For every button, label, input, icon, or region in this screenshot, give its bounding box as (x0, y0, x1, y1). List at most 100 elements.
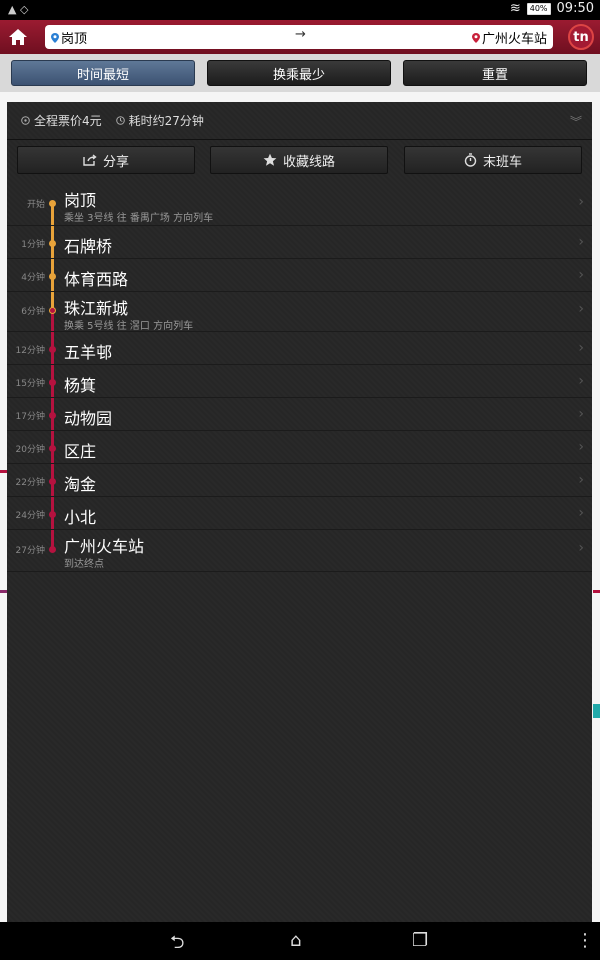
station-dot (49, 240, 56, 247)
direction-arrow: → (295, 27, 306, 42)
destination-label: 广州火车站 (481, 32, 547, 47)
station-name: 珠江新城 (64, 299, 129, 318)
location-pin-icon (471, 32, 480, 43)
clock: 09:50 (556, 1, 594, 16)
back-icon[interactable]: ⮌ (170, 930, 184, 960)
share-icon (83, 154, 97, 166)
station-dot (49, 379, 56, 386)
origin-label: 岗顶 (61, 32, 88, 47)
station-name: 石牌桥 (64, 237, 113, 256)
chevron-right-icon: › (578, 472, 584, 488)
chevron-right-icon: › (578, 406, 584, 422)
notification-icons: ▲ ◇ (8, 3, 29, 16)
station-name: 动物园 (64, 409, 113, 428)
stop-row[interactable]: 22分钟 淘金 › (7, 464, 592, 497)
station-dot (49, 346, 56, 353)
stop-time: 12分钟 (15, 346, 45, 356)
chevron-right-icon: › (578, 234, 584, 250)
stop-row[interactable]: 开始 岗顶乘坐 3号线 往 番禺广场 方向列车 › (7, 184, 592, 226)
route-detail-panel: 全程票价4元 耗时约27分钟 ︾ 分享 收藏线路 末班车 开始 岗顶乘坐 3号线 … (7, 102, 592, 922)
coin-icon (21, 116, 30, 125)
system-nav-bar: ⮌ ⌂ ❐ ⋮ (0, 922, 600, 960)
stop-row[interactable]: 24分钟 小北 › (7, 497, 592, 530)
route-summary: 全程票价4元 耗时约27分钟 ︾ (7, 102, 592, 140)
fare-label: 全程票价4元 (34, 114, 102, 128)
station-dot (49, 307, 56, 314)
favorite-route-button[interactable]: 收藏线路 (210, 146, 388, 174)
stop-row[interactable]: 12分钟 五羊邨 › (7, 332, 592, 365)
station-name: 淘金 (64, 475, 97, 494)
origin-field[interactable]: 岗顶 (51, 28, 87, 47)
chevron-right-icon: › (578, 267, 584, 283)
share-label: 分享 (102, 154, 129, 170)
home-icon (9, 29, 27, 45)
station-dot (49, 511, 56, 518)
chevron-right-icon: › (578, 540, 584, 556)
station-instruction: 到达终点 (64, 559, 104, 570)
chevron-right-icon: › (578, 301, 584, 317)
route-selector[interactable]: 岗顶 → 广州火车站 (45, 25, 553, 49)
station-dot (49, 546, 56, 553)
station-dot (49, 200, 56, 207)
wifi-icon: ≋ (509, 1, 521, 16)
stop-row[interactable]: 4分钟 体育西路 › (7, 259, 592, 292)
top-bar: 岗顶 → 广州火车站 tn (0, 20, 600, 54)
last-train-label: 末班车 (482, 154, 522, 170)
tab-shortest-time[interactable]: 时间最短 (11, 60, 195, 86)
last-train-button[interactable]: 末班车 (404, 146, 582, 174)
stop-row[interactable]: 1分钟 石牌桥 › (7, 226, 592, 259)
overflow-menu-icon[interactable]: ⋮ (576, 930, 594, 951)
station-dot (49, 273, 56, 280)
tab-fewest-transfers[interactable]: 换乘最少 (207, 60, 391, 86)
home-button[interactable] (4, 23, 32, 51)
stop-time: 22分钟 (15, 478, 45, 488)
stop-row[interactable]: 17分钟 动物园 › (7, 398, 592, 431)
station-name: 五羊邨 (64, 343, 113, 362)
chevron-right-icon: › (578, 373, 584, 389)
stop-time: 1分钟 (21, 240, 45, 250)
chevron-right-icon: › (578, 505, 584, 521)
station-name: 杨箕 (64, 376, 97, 395)
stop-time: 24分钟 (15, 511, 45, 521)
clock-icon (115, 116, 125, 125)
stop-row[interactable]: 27分钟 广州火车站到达终点 › (7, 530, 592, 572)
stop-time: 6分钟 (21, 307, 45, 317)
app-logo-button[interactable]: tn (568, 24, 594, 50)
station-name: 岗顶 (64, 191, 97, 210)
station-dot (49, 478, 56, 485)
station-dot (49, 445, 56, 452)
stop-list: 开始 岗顶 乘坐 3号线 往 番禺广场 方向列车 › 1分钟 石牌桥 › 4分钟 体育西路 › 6分… (7, 184, 592, 572)
stop-time: 27分钟 (15, 546, 45, 556)
duration-label: 耗时约27分钟 (128, 114, 204, 128)
collapse-chevron-icon[interactable]: ︾ (570, 113, 582, 130)
station-instruction: 换乘 5号线 往 滘口 方向列车 (64, 321, 194, 332)
destination-field[interactable]: 广州火车站 (471, 28, 547, 47)
chevron-right-icon: › (578, 340, 584, 356)
chevron-right-icon: › (578, 439, 584, 455)
chevron-right-icon: › (578, 194, 584, 210)
action-bar: 分享 收藏线路 末班车 (7, 146, 592, 176)
star-icon (263, 153, 277, 166)
station-name: 区庄 (64, 442, 97, 461)
location-pin-icon (51, 32, 59, 43)
stop-row[interactable]: 20分钟 区庄 › (7, 431, 592, 464)
station-name: 广州火车站 (64, 537, 145, 556)
share-button[interactable]: 分享 (17, 146, 195, 174)
stop-row[interactable]: 15分钟 杨箕 › (7, 365, 592, 398)
station-instruction: 乘坐 3号线 往 番禺广场 方向列车 (64, 213, 214, 224)
station-dot (49, 412, 56, 419)
station-name: 小北 (64, 508, 97, 527)
recent-apps-icon[interactable]: ❐ (412, 930, 428, 951)
route-options-bar: 时间最短 换乘最少 重置 (0, 54, 600, 92)
stop-time: 20分钟 (15, 445, 45, 455)
station-name: 体育西路 (64, 270, 129, 289)
tab-reset[interactable]: 重置 (403, 60, 587, 86)
home-nav-icon[interactable]: ⌂ (290, 930, 301, 951)
favorite-label: 收藏线路 (282, 154, 335, 170)
stop-time: 17分钟 (15, 412, 45, 422)
stopwatch-icon (464, 153, 477, 167)
status-bar: ▲ ◇ ≋ 40% 09:50 (0, 0, 600, 20)
stop-row[interactable]: 6分钟 珠江新城换乘 5号线 往 滘口 方向列车 › (7, 292, 592, 332)
stop-time: 4分钟 (21, 273, 45, 283)
stop-time: 开始 (26, 200, 45, 210)
